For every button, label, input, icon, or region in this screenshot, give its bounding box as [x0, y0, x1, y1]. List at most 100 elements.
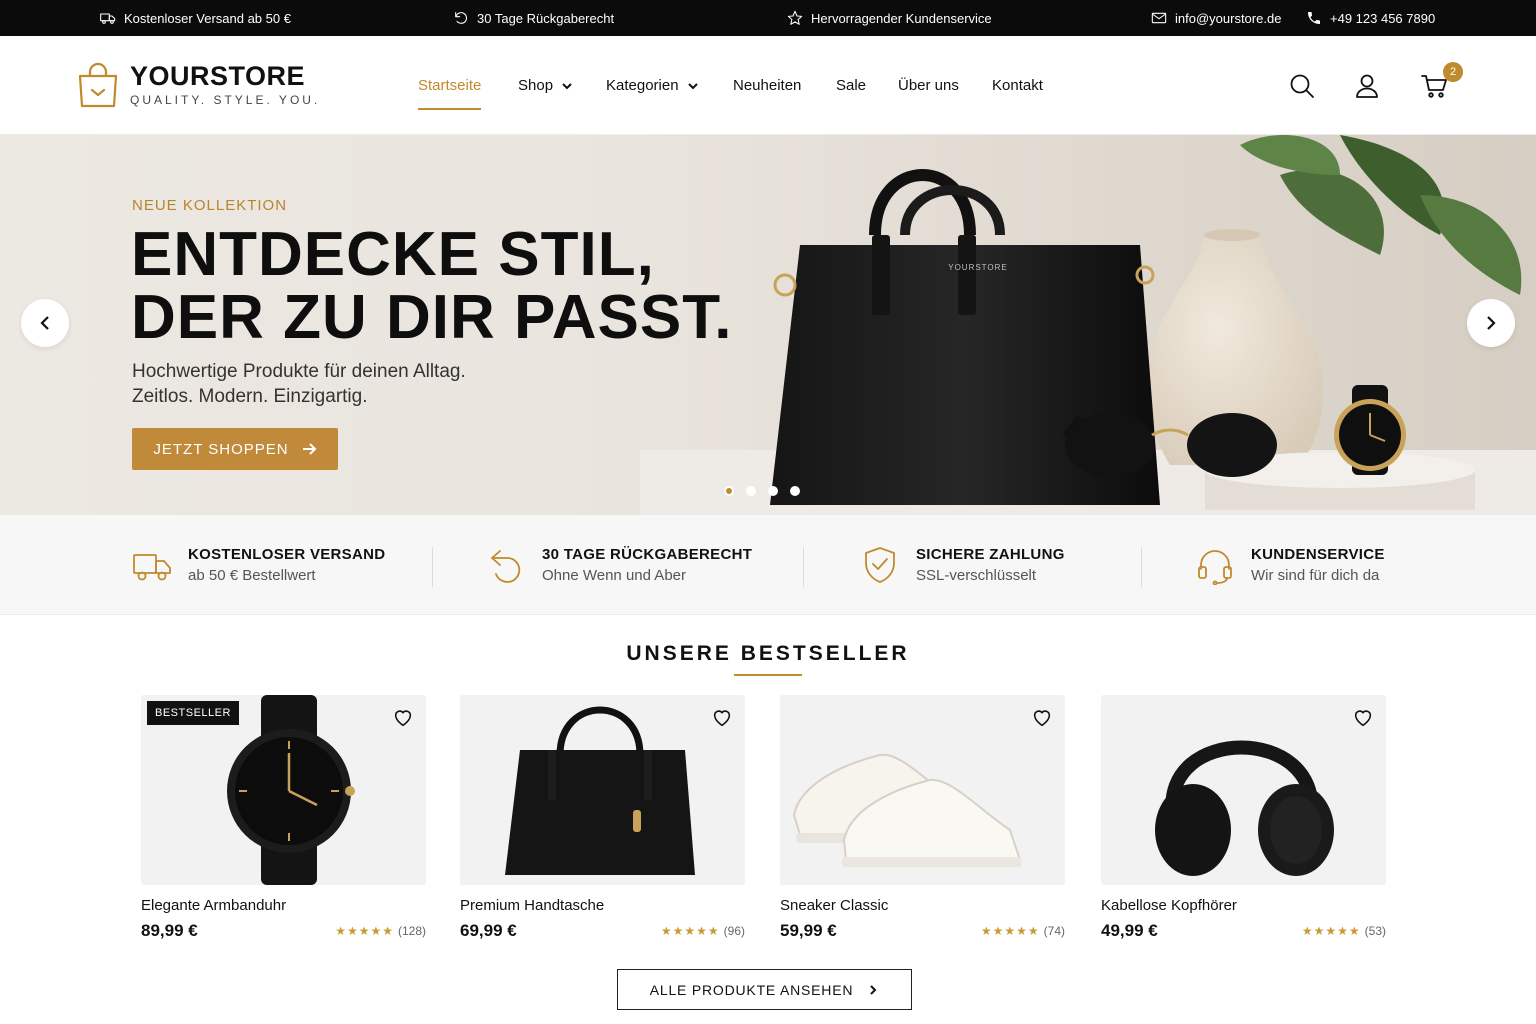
- search-button[interactable]: [1288, 72, 1316, 100]
- nav-item-sale[interactable]: Sale: [836, 36, 866, 135]
- nav-item-shop[interactable]: Shop: [518, 36, 573, 135]
- wishlist-button[interactable]: [1352, 707, 1374, 729]
- sneaker-image: [780, 695, 1065, 885]
- product-card-headphones[interactable]: Kabellose Kopfhörer 49,99 € ★★★★★ (53): [1101, 695, 1386, 941]
- product-image[interactable]: BESTSELLER: [141, 695, 426, 885]
- user-icon: [1356, 74, 1378, 98]
- product-name[interactable]: Kabellose Kopfhörer: [1101, 897, 1386, 914]
- product-image[interactable]: [780, 695, 1065, 885]
- slide-dot-2[interactable]: [746, 486, 756, 496]
- nav-label: Sale: [836, 77, 867, 94]
- truck-icon: [100, 13, 116, 24]
- bestseller-badge: BESTSELLER: [147, 701, 239, 725]
- slide-dot-1[interactable]: [724, 486, 734, 496]
- wishlist-button[interactable]: [1031, 707, 1053, 729]
- review-count: (74): [1043, 924, 1065, 938]
- nav-label: Shop: [518, 77, 554, 94]
- chevron-left-icon: [40, 316, 49, 330]
- nav-item-kontakt[interactable]: Kontakt: [992, 36, 1043, 135]
- nav-label: Kategorien: [606, 77, 679, 94]
- cart-count-badge: 2: [1443, 62, 1463, 82]
- topbar-returns-text: 30 Tage Rückgaberecht: [477, 10, 615, 26]
- hero-slide-dots: [724, 486, 800, 496]
- feature-subtitle: ab 50 € Bestellwert: [188, 567, 316, 584]
- hero-bag-label: YOURSTORE: [948, 263, 1008, 272]
- product-rating: ★★★★★ (128): [335, 924, 426, 938]
- account-button[interactable]: [1353, 72, 1381, 100]
- hero-prev-button[interactable]: [21, 299, 69, 347]
- hero-next-button[interactable]: [1467, 299, 1515, 347]
- feature-subtitle: SSL-verschlüsselt: [916, 567, 1037, 584]
- wishlist-button[interactable]: [711, 707, 733, 729]
- product-name[interactable]: Sneaker Classic: [780, 897, 1065, 914]
- feature-title: 30 TAGE RÜCKGABERECHT: [542, 546, 753, 563]
- star-rating-icon: ★★★★★: [1301, 924, 1361, 938]
- headphones-image: [1101, 695, 1386, 885]
- topbar-email[interactable]: info@yourstore.de: [1151, 0, 1281, 36]
- hero-kicker: NEUE KOLLEKTION: [132, 197, 288, 214]
- review-count: (96): [723, 924, 745, 938]
- store-logo[interactable]: YOURSTORE QUALITY. STYLE. YOU.: [76, 60, 320, 108]
- heart-icon: [1354, 710, 1372, 727]
- topbar-phone[interactable]: +49 123 456 7890: [1306, 0, 1435, 36]
- title-underline: [734, 674, 802, 676]
- feature-payment: SICHERE ZAHLUNG SSL-verschlüsselt: [860, 515, 1065, 615]
- review-count: (53): [1364, 924, 1386, 938]
- topbar-email-text[interactable]: info@yourstore.de: [1175, 11, 1281, 26]
- product-name[interactable]: Premium Handtasche: [460, 897, 745, 914]
- view-all-products-button[interactable]: ALLE PRODUKTE ANSEHEN: [617, 969, 912, 1010]
- hero-product-image: YOURSTORE: [640, 135, 1536, 515]
- product-price: 49,99 €: [1101, 921, 1158, 940]
- feature-title: KUNDENSERVICE: [1251, 546, 1385, 563]
- phone-icon: [1308, 12, 1320, 24]
- feature-divider: [432, 547, 433, 587]
- nav-item-startseite[interactable]: Startseite: [418, 36, 482, 135]
- nav-item-neuheiten[interactable]: Neuheiten: [733, 36, 801, 135]
- product-price: 89,99 €: [141, 921, 198, 940]
- nav-item-ueber-uns[interactable]: Über uns: [898, 36, 959, 135]
- slide-dot-3[interactable]: [768, 486, 778, 496]
- slide-dot-4[interactable]: [790, 486, 800, 496]
- feature-divider: [803, 547, 804, 587]
- product-card-handbag[interactable]: Premium Handtasche 69,99 € ★★★★★ (96): [460, 695, 745, 941]
- return-icon: [491, 550, 521, 583]
- nav-label: Startseite: [418, 77, 482, 94]
- chevron-down-icon: [562, 82, 572, 89]
- feature-subtitle: Ohne Wenn und Aber: [542, 567, 686, 584]
- nav-label: Über uns: [898, 77, 959, 94]
- nav-item-kategorien[interactable]: Kategorien: [606, 36, 699, 135]
- main-header: YOURSTORE QUALITY. STYLE. YOU. Startseit…: [0, 36, 1536, 135]
- feature-subtitle: Wir sind für dich da: [1251, 567, 1380, 584]
- handbag-image: [460, 695, 745, 885]
- hero-banner: YOURSTORE NEUE KOLLEKTION ENTDECKE STIL,…: [0, 135, 1536, 515]
- product-price: 69,99 €: [460, 921, 517, 940]
- product-card-watch[interactable]: BESTSELLER Elegante Armbanduhr 89,99 € ★…: [141, 695, 426, 941]
- product-name[interactable]: Elegante Armbanduhr: [141, 897, 426, 914]
- headset-icon: [1198, 550, 1232, 585]
- top-info-bar: Kostenloser Versand ab 50 € 30 Tage Rück…: [0, 0, 1536, 36]
- nav-label: Neuheiten: [733, 77, 802, 94]
- product-rating: ★★★★★ (96): [661, 924, 745, 938]
- wishlist-button[interactable]: [392, 707, 414, 729]
- feature-title: KOSTENLOSER VERSAND: [188, 546, 386, 563]
- shopping-bag-logo-icon: [78, 62, 118, 108]
- product-image[interactable]: [460, 695, 745, 885]
- heart-icon: [1033, 710, 1051, 727]
- feature-title: SICHERE ZAHLUNG: [916, 546, 1065, 563]
- product-rating: ★★★★★ (74): [981, 924, 1065, 938]
- star-rating-icon: ★★★★★: [335, 924, 394, 938]
- topbar-shipping-text: Kostenloser Versand ab 50 €: [124, 10, 291, 26]
- topbar-service-text: Hervorragender Kundenservice: [811, 10, 992, 26]
- star-rating-icon: ★★★★★: [660, 924, 720, 938]
- feature-strip: KOSTENLOSER VERSAND ab 50 € Bestellwert …: [0, 515, 1536, 615]
- brand-tagline: QUALITY. STYLE. YOU.: [130, 93, 321, 107]
- hero-subtitle-line-2: Zeitlos. Modern. Einzigartig.: [132, 386, 368, 407]
- feature-shipping: KOSTENLOSER VERSAND ab 50 € Bestellwert: [132, 515, 385, 615]
- hero-title-line-1: ENTDECKE STIL,: [131, 220, 655, 289]
- bestseller-title: UNSERE BESTSELLER: [626, 642, 910, 665]
- feature-divider: [1141, 547, 1142, 587]
- shop-now-button[interactable]: JETZT SHOPPEN: [132, 428, 338, 470]
- product-card-sneaker[interactable]: Sneaker Classic 59,99 € ★★★★★ (74): [780, 695, 1065, 941]
- topbar-phone-text[interactable]: +49 123 456 7890: [1330, 11, 1435, 26]
- product-image[interactable]: [1101, 695, 1386, 885]
